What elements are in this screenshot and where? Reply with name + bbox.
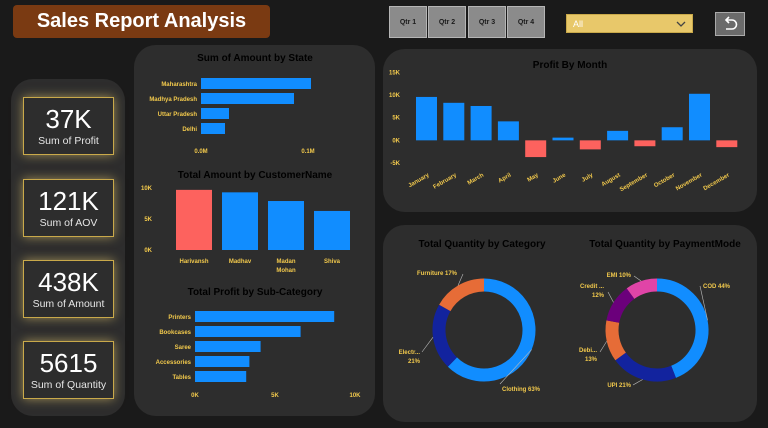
donut-slice — [626, 278, 658, 300]
slice-label: 12% — [592, 293, 605, 299]
bar — [579, 140, 601, 150]
tick-label: 0.1M — [301, 149, 314, 155]
bar — [416, 96, 437, 141]
slice-label: EMI 10% — [607, 273, 632, 279]
bar — [195, 311, 335, 322]
slice-label: Clothing 63% — [502, 387, 541, 393]
month-label: October — [653, 172, 676, 189]
month-label: August — [601, 173, 622, 189]
slice-label: Furniture 17% — [417, 271, 458, 277]
tick-label: 5K — [392, 116, 400, 122]
bar — [607, 130, 629, 141]
bar — [195, 326, 301, 337]
tick-label: 0.0M — [194, 149, 207, 155]
month-label: December — [703, 172, 732, 192]
tick-label: 0K — [392, 138, 400, 144]
bar — [525, 140, 547, 158]
month-label: May — [527, 172, 541, 183]
bar — [195, 371, 247, 382]
tick-label: 0K — [191, 393, 199, 399]
bar — [470, 105, 492, 141]
charts-layer: Sum of Amount by State Total Amount by C… — [141, 53, 741, 399]
donut-slice — [439, 278, 485, 312]
bar — [201, 78, 311, 89]
leader-line — [421, 337, 434, 353]
bar — [268, 201, 304, 250]
bar — [195, 341, 261, 352]
bar — [176, 189, 212, 250]
slice-label: UPI 21% — [607, 383, 631, 389]
category-label: Harivansh — [179, 259, 208, 265]
bar — [552, 137, 574, 141]
tick-label: 10K — [141, 186, 153, 192]
donut-slice — [606, 288, 635, 324]
category-label: Maharashtra — [161, 82, 197, 88]
slice-label: 13% — [585, 357, 598, 363]
chart-title-state: Sum of Amount by State — [197, 53, 313, 64]
slice-label: Credit ... — [580, 284, 604, 290]
month-label: September — [619, 172, 649, 193]
donut-slice — [656, 278, 709, 378]
leader-line — [607, 291, 614, 303]
category-label: Printers — [168, 315, 191, 321]
tick-label: 10K — [349, 393, 361, 399]
tick-label: -5K — [390, 161, 400, 167]
donut-slice — [615, 352, 676, 382]
category-label: Mohan — [276, 268, 296, 274]
tick-label: 10K — [389, 93, 401, 99]
bar — [661, 127, 683, 141]
category-label: Tables — [172, 375, 191, 381]
category-label: Shiva — [324, 259, 341, 265]
category-label: Madan — [276, 259, 295, 265]
chart-title-category: Total Quantity by Category — [418, 239, 545, 250]
bar — [497, 121, 519, 141]
month-label: April — [498, 172, 513, 184]
chart-title-month: Profit By Month — [533, 60, 607, 71]
category-label: Accessories — [156, 360, 192, 366]
category-label: Madhya Pradesh — [149, 97, 197, 103]
bar — [201, 93, 294, 104]
bar — [201, 108, 229, 119]
month-label: July — [581, 172, 595, 184]
month-label: June — [552, 172, 568, 185]
chart-title-payment: Total Quantity by PaymentMode — [589, 239, 741, 250]
slice-label: Electr... — [399, 350, 421, 356]
leader-line — [632, 379, 643, 386]
chart-title-customer: Total Amount by CustomerName — [178, 170, 333, 181]
bar — [222, 192, 258, 250]
bar — [634, 140, 656, 147]
slice-label: 21% — [408, 359, 421, 365]
chart-title-subcategory: Total Profit by Sub-Category — [188, 287, 323, 298]
bar — [314, 210, 350, 250]
tick-label: 0K — [144, 248, 152, 254]
category-label: Saree — [175, 345, 192, 351]
category-label: Madhav — [229, 259, 252, 265]
leader-line — [633, 275, 642, 282]
bar — [689, 93, 710, 141]
tick-label: 15K — [389, 71, 401, 77]
tick-label: 5K — [271, 393, 279, 399]
month-label: March — [467, 172, 486, 186]
month-label: January — [408, 172, 432, 189]
slice-label: Debi... — [579, 348, 597, 354]
donut-slice — [605, 320, 627, 361]
bar — [201, 123, 225, 134]
category-label: Uttar Pradesh — [158, 112, 198, 118]
slice-label: COD 44% — [703, 284, 731, 290]
tick-label: 5K — [144, 217, 152, 223]
bar — [443, 102, 465, 141]
category-label: Bookcases — [159, 330, 191, 336]
leader-line — [599, 341, 607, 353]
category-label: Delhi — [182, 127, 197, 133]
donut-slice — [432, 304, 458, 367]
month-label: November — [675, 172, 704, 192]
month-label: February — [433, 172, 459, 190]
bar — [716, 140, 738, 148]
bar — [195, 356, 250, 367]
donut-slice — [447, 278, 536, 382]
